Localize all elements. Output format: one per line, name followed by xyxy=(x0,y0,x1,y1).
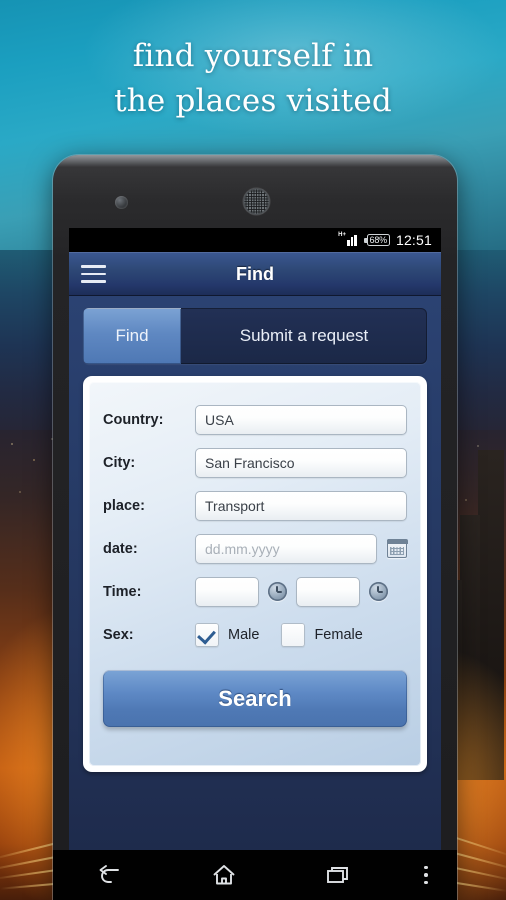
time-to-input[interactable] xyxy=(296,576,360,607)
calendar-icon[interactable] xyxy=(386,538,408,558)
tab-submit-a-request[interactable]: Submit a request xyxy=(181,308,427,364)
tab-find[interactable]: Find xyxy=(83,308,181,364)
clock-icon-from[interactable] xyxy=(268,582,287,601)
android-status-bar: H+ 68% 12:51 xyxy=(69,228,441,252)
female-label: Female xyxy=(314,626,363,643)
android-nav-bar xyxy=(53,850,457,900)
network-type-label: H+ xyxy=(338,232,346,238)
promo-tagline: find yourself in the places visited xyxy=(0,34,506,124)
app-action-bar: Find xyxy=(69,252,441,296)
city-label: City: xyxy=(103,454,136,471)
hamburger-menu-icon[interactable] xyxy=(81,265,106,283)
date-label: date: xyxy=(103,540,138,557)
search-form-card: Country: USA City: San Francisco place: … xyxy=(83,376,427,772)
signal-bars-icon: H+ xyxy=(338,232,360,246)
overflow-menu-button[interactable] xyxy=(395,865,457,885)
battery-percent-label: 68% xyxy=(369,234,388,245)
time-from-input[interactable] xyxy=(195,576,259,607)
female-checkbox[interactable] xyxy=(281,622,306,647)
recents-icon xyxy=(327,867,348,883)
place-label: place: xyxy=(103,497,145,514)
front-camera-icon xyxy=(115,196,128,209)
home-button[interactable] xyxy=(167,863,281,887)
app-content: Find Submit a request Country: USA City:… xyxy=(69,296,441,850)
clock-icon-to[interactable] xyxy=(369,582,388,601)
field-row-city: City: San Francisco xyxy=(103,441,407,484)
back-button[interactable] xyxy=(53,864,167,886)
phone-top-highlight xyxy=(53,155,457,167)
field-row-time: Time: xyxy=(103,570,407,613)
country-input[interactable]: USA xyxy=(195,404,407,435)
date-input[interactable]: dd.mm.yyyy xyxy=(195,533,377,564)
time-label: Time: xyxy=(103,583,142,600)
phone-device: H+ 68% 12:51 Find Find Submit a request xyxy=(53,155,457,900)
overflow-menu-icon xyxy=(424,865,428,885)
recents-button[interactable] xyxy=(281,864,395,886)
earpiece-speaker-icon xyxy=(243,188,270,215)
search-button[interactable]: Search xyxy=(103,670,407,727)
city-input[interactable]: San Francisco xyxy=(195,447,407,478)
male-checkbox[interactable] xyxy=(195,622,219,647)
back-icon xyxy=(99,865,119,883)
field-row-date: date: dd.mm.yyyy xyxy=(103,527,408,570)
page-title: Find xyxy=(236,263,274,284)
field-row-place: place: Transport xyxy=(103,484,407,527)
tab-bar: Find Submit a request xyxy=(83,308,427,364)
field-row-country: Country: USA xyxy=(103,398,407,441)
tagline-line-2: the places visited xyxy=(114,83,392,119)
home-icon xyxy=(213,865,235,885)
male-label: Male xyxy=(228,626,260,643)
status-bar-clock: 12:51 xyxy=(395,232,432,248)
battery-icon: 68% xyxy=(363,234,390,246)
country-label: Country: xyxy=(103,411,164,428)
phone-screen: H+ 68% 12:51 Find Find Submit a request xyxy=(69,228,441,850)
sex-label: Sex: xyxy=(103,626,134,643)
place-input[interactable]: Transport xyxy=(195,490,407,521)
tagline-line-1: find yourself in xyxy=(132,38,374,74)
field-row-sex: Sex: Male Female xyxy=(103,613,407,656)
